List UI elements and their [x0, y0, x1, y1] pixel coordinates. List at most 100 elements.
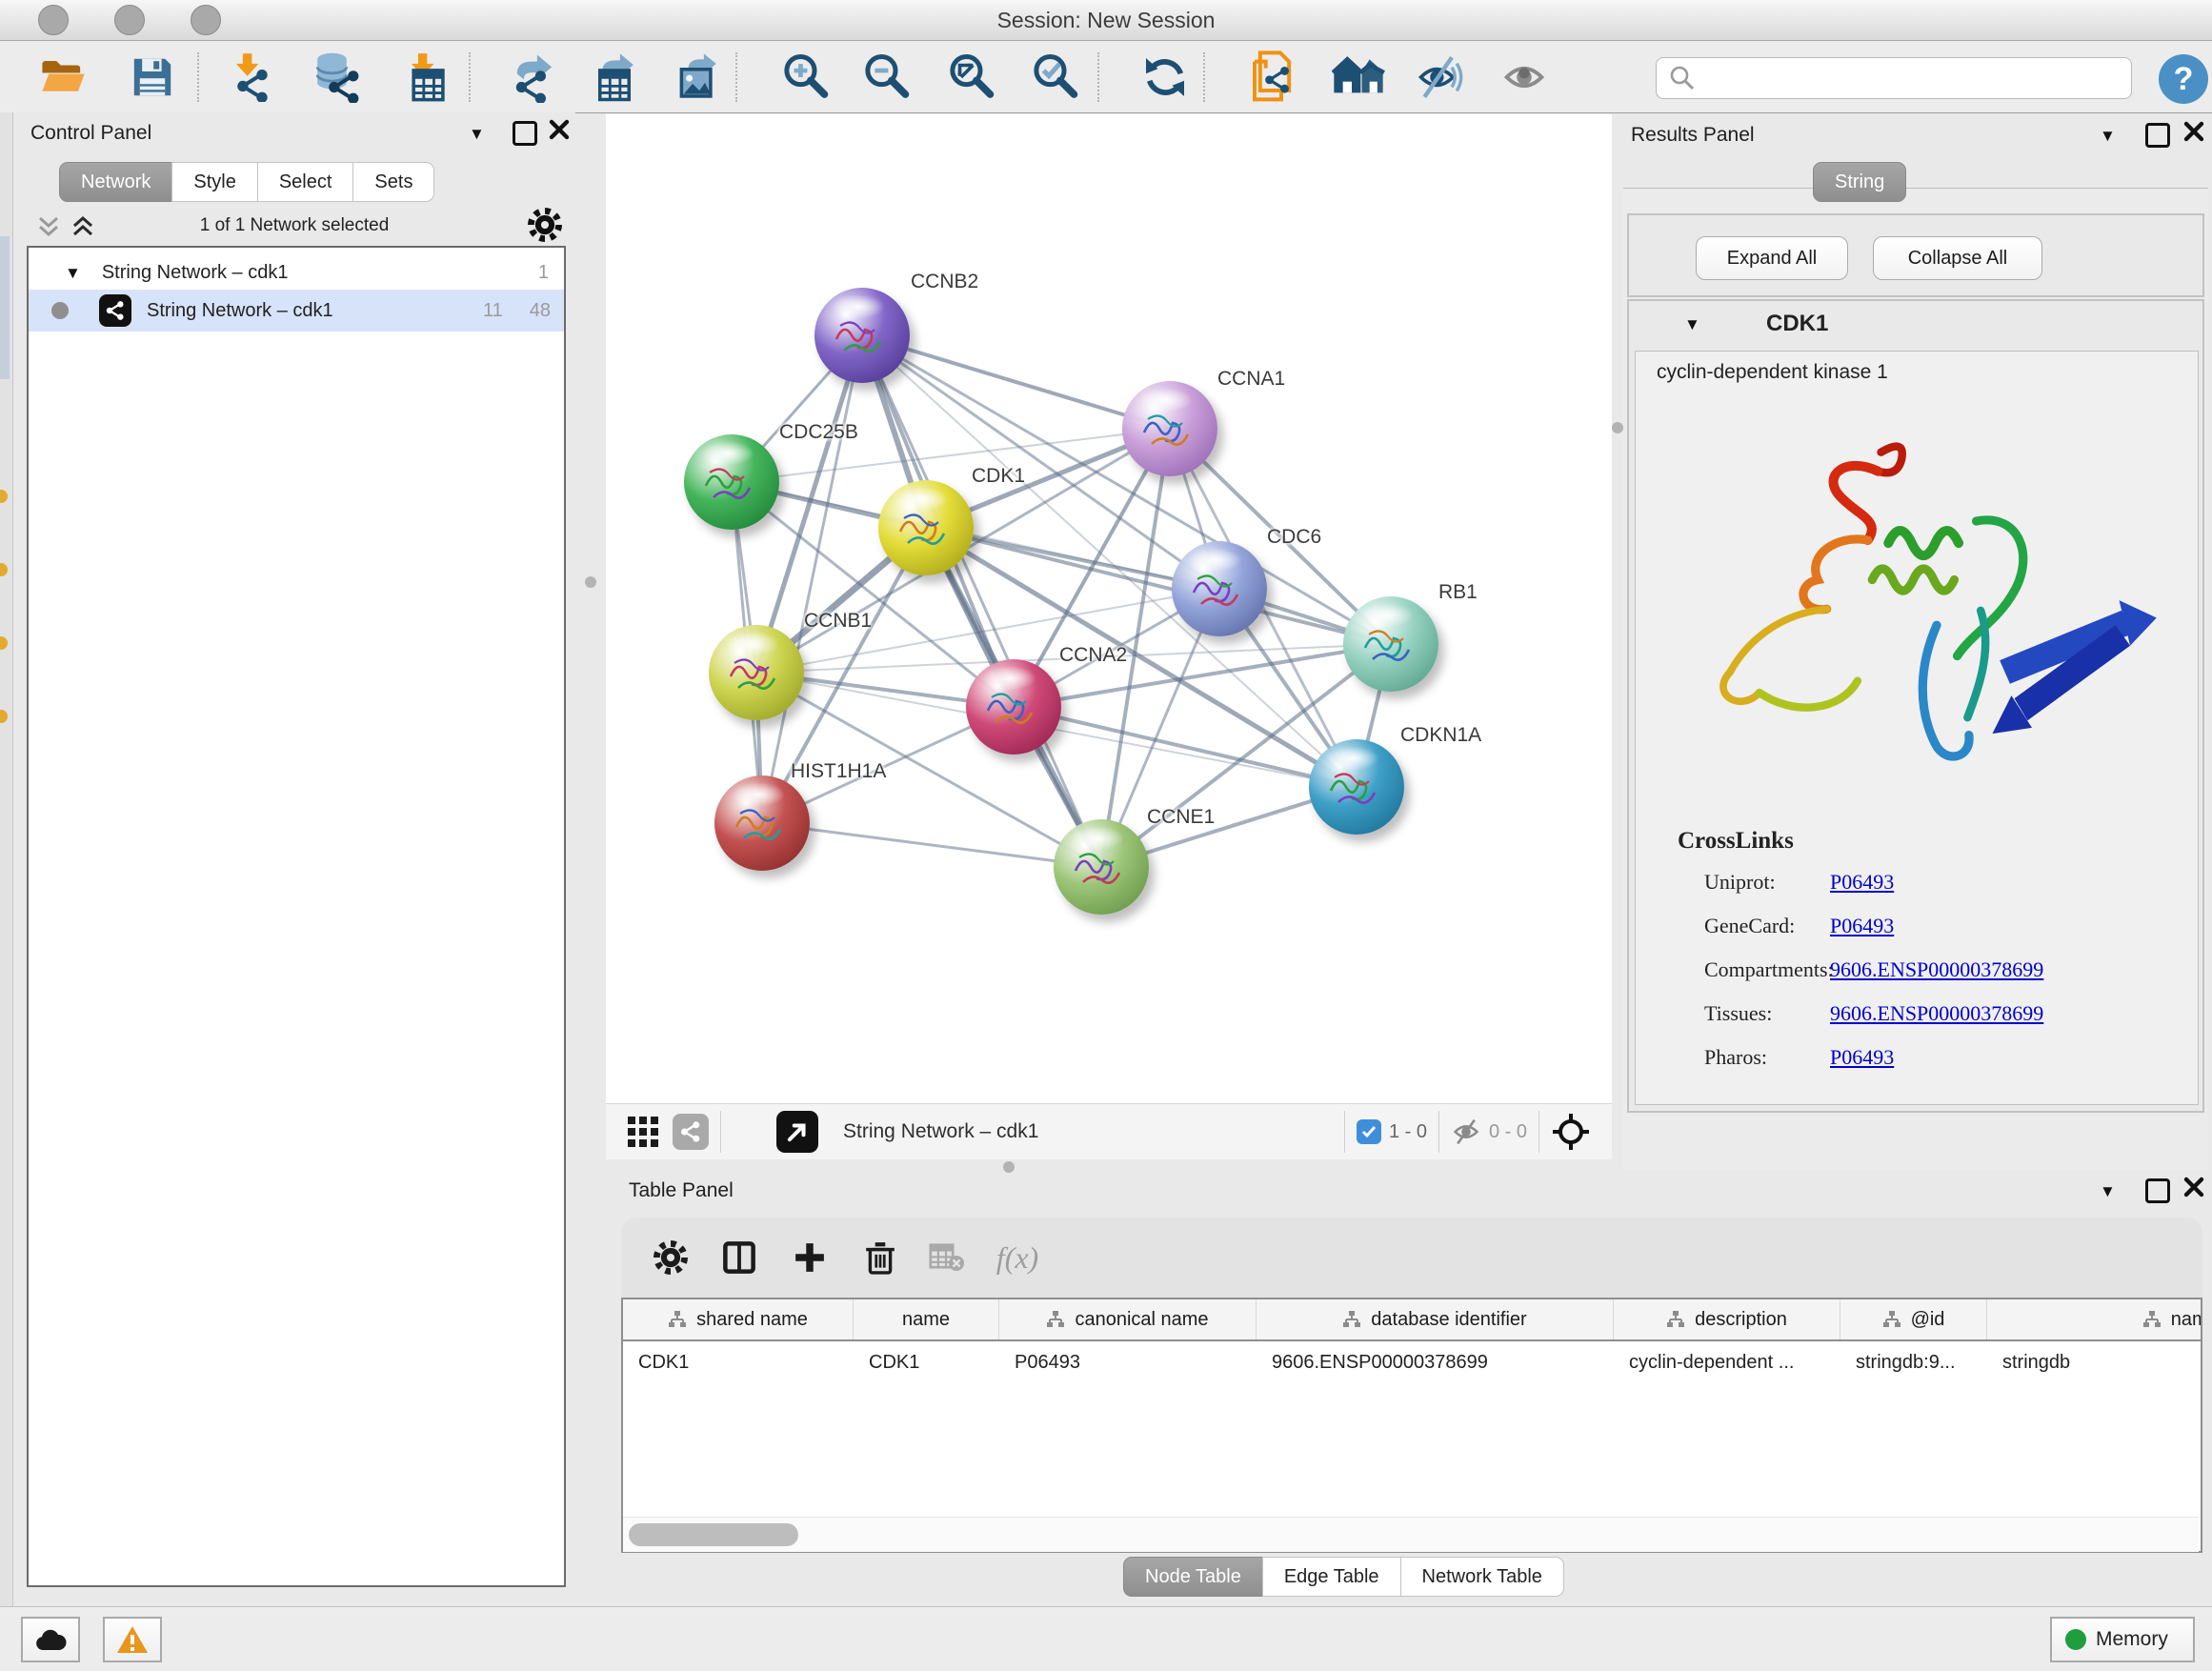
cell-canonical-name[interactable]: P06493 — [999, 1352, 1257, 1374]
results-panel-float-icon[interactable]: ▼ — [2100, 128, 2116, 144]
column-header-description[interactable]: description — [1614, 1299, 1840, 1339]
network-tree-child-row[interactable]: String Network – cdk1 11 48 — [29, 290, 564, 332]
column-header-namespace[interactable]: namespace — [1987, 1299, 2202, 1339]
gene-collapse-caret[interactable]: ▼ — [1684, 316, 1700, 332]
export-network-button[interactable] — [505, 50, 558, 104]
cell-name[interactable]: CDK1 — [854, 1352, 999, 1374]
memory-button[interactable]: Memory — [2050, 1617, 2195, 1662]
crosslink-pharos-link[interactable]: P06493 — [1830, 1045, 1894, 1070]
column-header-id[interactable]: @id — [1840, 1299, 1987, 1339]
node-selection-mode-icon[interactable] — [1551, 1112, 1591, 1152]
collapse-all-button[interactable]: Collapse All — [1873, 236, 2042, 280]
network-node-CCNE1[interactable] — [1054, 819, 1149, 915]
network-node-CCNB2[interactable] — [814, 288, 910, 383]
create-column-plus-icon[interactable] — [785, 1233, 835, 1282]
network-share-view-icon[interactable] — [673, 1114, 709, 1150]
home-networks-button[interactable] — [1332, 50, 1385, 104]
right-splitter-handle[interactable] — [1612, 422, 1623, 433]
network-node-CDKN1A[interactable] — [1309, 739, 1404, 835]
crosslink-uniprot-link[interactable]: P06493 — [1830, 870, 1894, 895]
scrollbar-thumb[interactable] — [629, 1523, 798, 1546]
tab-network[interactable]: Network — [59, 162, 172, 202]
network-edge[interactable] — [762, 823, 1101, 867]
cell-namespace[interactable]: stringdb — [1987, 1352, 2202, 1374]
zoom-in-button[interactable] — [779, 50, 833, 104]
table-panel-float-icon[interactable]: ▼ — [2100, 1183, 2116, 1199]
open-in-new-window-icon[interactable] — [776, 1111, 818, 1153]
birdseye-grid-icon[interactable] — [627, 1116, 659, 1148]
control-panel-maximize-icon[interactable] — [513, 121, 537, 146]
export-table-button[interactable] — [588, 50, 641, 104]
column-header-database-identifier[interactable]: database identifier — [1257, 1299, 1614, 1339]
tab-select[interactable]: Select — [257, 162, 354, 202]
horizontal-splitter-handle[interactable] — [1003, 1161, 1015, 1173]
show-eye-button[interactable] — [1498, 50, 1551, 104]
table-horizontal-scrollbar[interactable] — [623, 1517, 2199, 1552]
network-canvas[interactable]: CCNB2 CCNA1 CDC25B CDK1 CDC6 — [606, 114, 1612, 1103]
save-session-button[interactable] — [126, 50, 179, 104]
string-protein-query-button[interactable] — [1248, 50, 1301, 104]
zoom-selected-button[interactable] — [1029, 50, 1082, 104]
hidden-eye-slash-icon[interactable] — [1451, 1117, 1481, 1146]
table-panel-close-icon[interactable] — [2183, 1177, 2204, 1198]
tab-style[interactable]: Style — [171, 162, 257, 202]
network-edge[interactable] — [862, 335, 1101, 867]
network-edge[interactable] — [1014, 707, 1357, 787]
network-edge[interactable] — [762, 335, 862, 823]
control-panel-close-icon[interactable] — [549, 119, 570, 140]
network-node-HIST1H1A[interactable] — [714, 775, 810, 871]
results-panel-close-icon[interactable] — [2183, 121, 2204, 142]
network-node-CDC6[interactable] — [1172, 541, 1267, 636]
tab-string[interactable]: String — [1813, 162, 1906, 202]
network-node-CCNA1[interactable] — [1122, 381, 1217, 476]
tree-collapse-caret[interactable]: ▼ — [65, 265, 81, 281]
tab-edge-table[interactable]: Edge Table — [1262, 1557, 1401, 1597]
hide-panel-eye-slash-button[interactable] — [1413, 50, 1466, 104]
network-options-gear-icon[interactable] — [528, 208, 562, 242]
tab-network-table[interactable]: Network Table — [1400, 1557, 1564, 1597]
toolbar-search[interactable] — [1656, 57, 2132, 99]
cell-shared-name[interactable]: CDK1 — [623, 1352, 854, 1374]
network-node-CCNB1[interactable] — [709, 625, 804, 720]
zoom-out-button[interactable] — [860, 50, 914, 104]
control-panel-float-icon[interactable]: ▼ — [469, 126, 485, 142]
cell-id[interactable]: stringdb:9... — [1840, 1352, 1987, 1374]
show-columns-icon[interactable] — [714, 1233, 764, 1282]
import-network-file-button[interactable] — [223, 50, 276, 104]
apply-layout-refresh-button[interactable] — [1138, 50, 1192, 104]
export-image-button[interactable] — [672, 50, 725, 104]
help-button[interactable]: ? — [2159, 54, 2208, 104]
left-splitter-handle[interactable] — [585, 576, 596, 588]
column-header-shared-name[interactable]: shared name — [623, 1299, 854, 1339]
tab-sets[interactable]: Sets — [352, 162, 434, 202]
crosslink-genecard-link[interactable]: P06493 — [1830, 914, 1894, 938]
table-panel-maximize-icon[interactable] — [2145, 1178, 2170, 1203]
crosslink-tissues-link[interactable]: 9606.ENSP00000378699 — [1830, 1001, 2043, 1026]
open-session-button[interactable] — [36, 50, 90, 104]
import-network-database-button[interactable] — [309, 50, 362, 104]
network-node-RB1[interactable] — [1343, 596, 1438, 692]
column-header-canonical-name[interactable]: canonical name — [999, 1299, 1257, 1339]
cell-database-identifier[interactable]: 9606.ENSP00000378699 — [1257, 1352, 1614, 1374]
table-row[interactable]: CDK1 CDK1 P06493 9606.ENSP00000378699 cy… — [623, 1341, 2201, 1383]
cell-description[interactable]: cyclin-dependent ... — [1614, 1352, 1840, 1374]
search-input[interactable] — [1697, 67, 2110, 91]
import-table-button[interactable] — [398, 50, 452, 104]
function-builder-icon[interactable]: f(x) — [993, 1233, 1042, 1282]
delete-column-trash-icon[interactable] — [855, 1233, 905, 1282]
network-node-CDK1[interactable] — [878, 480, 974, 575]
cloud-status-button[interactable] — [21, 1617, 80, 1662]
tab-node-table[interactable]: Node Table — [1123, 1557, 1263, 1597]
table-settings-gear-icon[interactable] — [646, 1233, 695, 1282]
network-tree-parent-row[interactable]: ▼ String Network – cdk1 1 — [29, 255, 564, 290]
network-node-CDC25B[interactable] — [684, 434, 779, 530]
zoom-fit-button[interactable] — [945, 50, 998, 104]
results-panel-maximize-icon[interactable] — [2145, 123, 2170, 148]
column-header-name[interactable]: name — [854, 1299, 999, 1339]
selected-checkbox-icon[interactable] — [1357, 1119, 1381, 1144]
delete-table-icon[interactable] — [922, 1233, 972, 1282]
expand-all-button[interactable]: Expand All — [1696, 236, 1848, 280]
network-node-CCNA2[interactable] — [966, 659, 1061, 755]
warnings-button[interactable] — [103, 1617, 162, 1662]
crosslink-compartments-link[interactable]: 9606.ENSP00000378699 — [1830, 957, 2043, 982]
